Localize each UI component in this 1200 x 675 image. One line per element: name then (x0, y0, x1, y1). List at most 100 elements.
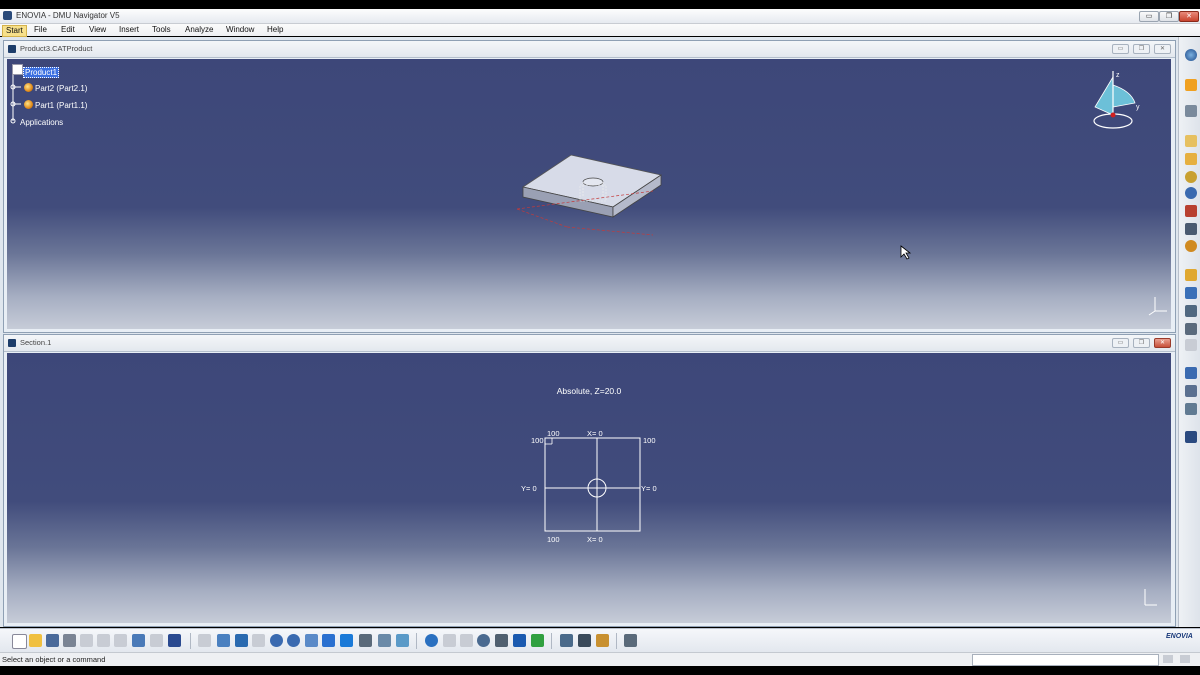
pan-icon[interactable] (235, 634, 248, 647)
viewer-minimize-button[interactable]: ▭ (1112, 44, 1129, 54)
section-icon[interactable] (1185, 205, 1197, 217)
walk-icon[interactable] (443, 634, 456, 647)
section-viewer-title: Section.1 (20, 338, 52, 347)
scene-icon[interactable] (624, 634, 637, 647)
fit-all-icon[interactable] (217, 634, 230, 647)
paste-icon[interactable] (114, 634, 127, 647)
status-icon-1[interactable] (1163, 655, 1173, 663)
grid-label-right-top: 100 (643, 436, 656, 445)
section-viewport[interactable]: Absolute, Z=20.0 100 X= 0 100 100 Y= 0 Y… (7, 353, 1171, 623)
group-icon[interactable] (560, 634, 573, 647)
grid-label-left-mid: Y= 0 (521, 484, 537, 493)
multi-view-icon[interactable] (322, 634, 335, 647)
restore-button[interactable]: ❐ (1159, 11, 1179, 22)
cut-icon[interactable] (80, 634, 93, 647)
undo-icon[interactable] (132, 634, 145, 647)
menu-help[interactable]: Help (264, 25, 286, 35)
minimize-button[interactable]: ▭ (1139, 11, 1159, 22)
shading-icon[interactable] (359, 634, 372, 647)
menu-edit[interactable]: Edit (58, 25, 78, 35)
menu-insert[interactable]: Insert (116, 25, 142, 35)
product-structure-icon[interactable] (1185, 49, 1197, 61)
fly-icon[interactable] (460, 634, 473, 647)
info-icon[interactable] (1185, 171, 1197, 183)
copy-icon[interactable] (97, 634, 110, 647)
save-icon[interactable] (46, 634, 59, 647)
distance-icon[interactable] (1185, 385, 1197, 397)
iso-view-icon[interactable] (340, 634, 353, 647)
rotate-icon[interactable] (252, 634, 265, 647)
viewer-close-button[interactable]: ✕ (1154, 44, 1171, 54)
tree-node-product1[interactable]: Product1 (23, 67, 60, 78)
product-icon (12, 64, 23, 75)
table-icon[interactable] (1185, 431, 1197, 443)
compass-tool-icon[interactable] (425, 634, 438, 647)
pointer-icon[interactable] (1185, 79, 1197, 91)
open-icon[interactable] (29, 634, 42, 647)
app-title: ENOVIA - DMU Navigator V5 (16, 11, 120, 20)
menu-tools[interactable]: Tools (149, 25, 174, 35)
globe-icon[interactable] (1185, 187, 1197, 199)
tree-node-applications[interactable]: Applications (20, 118, 63, 127)
toolbar-separator (416, 633, 417, 649)
clash-icon[interactable] (1185, 367, 1197, 379)
settings-gear-icon[interactable] (1185, 105, 1197, 117)
filter-icon[interactable] (531, 634, 544, 647)
status-prompt: Select an object or a command (2, 655, 106, 664)
swap-space-icon[interactable] (396, 634, 409, 647)
status-icon-2[interactable] (1180, 655, 1190, 663)
band-analysis-icon[interactable] (1185, 403, 1197, 415)
cube-icon[interactable] (1185, 135, 1197, 147)
lock-icon[interactable] (596, 634, 609, 647)
section-plane-label: Absolute, Z=20.0 (556, 386, 622, 396)
normal-view-icon[interactable] (305, 634, 318, 647)
color-icon[interactable] (513, 634, 526, 647)
menu-analyze[interactable]: Analyze (182, 25, 216, 35)
product-viewer-titlebar: Product3.CATProduct ▭ ❐ ✕ (4, 41, 1175, 58)
section-restore-button[interactable]: ❐ (1133, 338, 1150, 348)
zoom-in-icon[interactable] (270, 634, 283, 647)
part-gear-icon (24, 83, 33, 92)
menu-window[interactable]: Window (223, 25, 257, 35)
compass-icon[interactable]: z y (1083, 67, 1143, 137)
viewer-restore-button[interactable]: ❐ (1133, 44, 1150, 54)
grid-icon[interactable] (1185, 269, 1197, 281)
tree-node-part1[interactable]: Part1 (Part1.1) (35, 101, 87, 110)
right-toolbar (1178, 37, 1200, 627)
measure-icon[interactable] (1185, 153, 1197, 165)
menu-start[interactable]: Start (2, 25, 27, 37)
redo-icon[interactable] (150, 634, 163, 647)
close-button[interactable]: ✕ (1179, 11, 1199, 22)
3d-part-model[interactable] (507, 149, 677, 249)
section-viewer-window: Section.1 ▭ ❐ ✕ Absolute, Z=20.0 100 X= … (3, 334, 1176, 627)
section-doc-icon (8, 339, 16, 347)
camera-icon[interactable] (1185, 287, 1197, 299)
film-icon[interactable] (1185, 323, 1197, 335)
disabled-tool-icon[interactable] (1185, 339, 1197, 351)
app-icon (3, 11, 12, 20)
grid-label-bottom-center: X= 0 (587, 535, 603, 544)
menu-file[interactable]: File (31, 25, 50, 35)
fly-mode-icon[interactable] (198, 634, 211, 647)
print-icon[interactable] (63, 634, 76, 647)
layers-icon[interactable] (1185, 305, 1197, 317)
3d-viewport[interactable]: Product1 Part2 (Part2.1) Part1 (Part1.1)… (7, 59, 1171, 329)
monitor-icon[interactable] (1185, 223, 1197, 235)
section-close-button[interactable]: ✕ (1154, 338, 1171, 348)
tree-node-part2[interactable]: Part2 (Part2.1) (35, 84, 87, 93)
menu-view[interactable]: View (86, 25, 109, 35)
section-axis-icon (1144, 589, 1157, 606)
new-icon[interactable] (12, 634, 27, 649)
publish-icon[interactable] (578, 634, 591, 647)
product-viewer-title: Product3.CATProduct (20, 44, 93, 53)
status-bar: Select an object or a command (0, 652, 1200, 666)
section-minimize-button[interactable]: ▭ (1112, 338, 1129, 348)
sphere-icon[interactable] (1185, 240, 1197, 252)
app-title-bar: ENOVIA - DMU Navigator V5 ▭ ❐ ✕ (0, 9, 1200, 24)
zoom-out-icon[interactable] (287, 634, 300, 647)
gear-tool-icon[interactable] (495, 634, 508, 647)
whats-this-icon[interactable] (168, 634, 181, 647)
power-input-field[interactable] (972, 654, 1159, 666)
hide-show-icon[interactable] (378, 634, 391, 647)
search-icon[interactable] (477, 634, 490, 647)
